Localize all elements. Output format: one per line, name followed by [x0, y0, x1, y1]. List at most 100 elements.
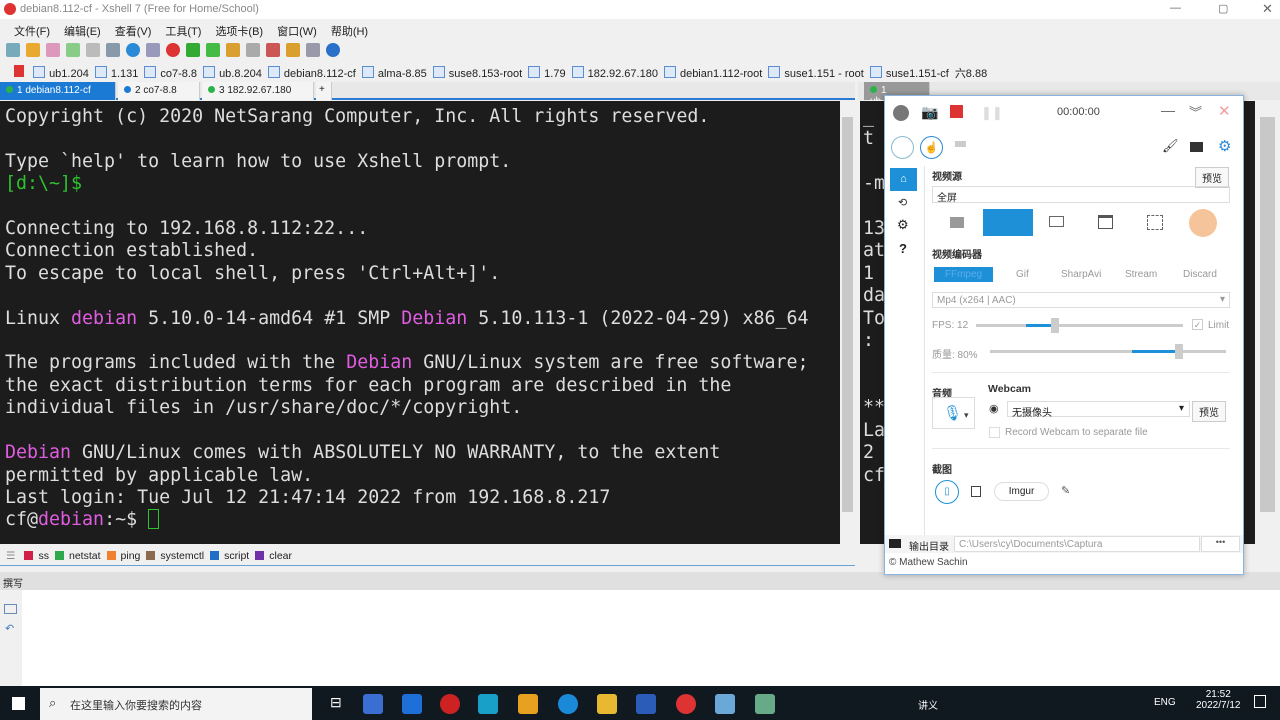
microphone-button[interactable]: 🎙 ▾ [932, 397, 975, 429]
taskbar-app-icon[interactable] [363, 694, 383, 714]
menu-help[interactable]: 帮助(H) [331, 23, 368, 39]
link-item[interactable]: suse1.151 - root [768, 66, 864, 80]
maximize-button[interactable]: ▢ [1218, 2, 1228, 15]
tab-session-3[interactable]: 3 182.92.67.180 [202, 82, 314, 100]
properties-icon[interactable] [66, 43, 80, 57]
word-icon[interactable] [636, 694, 656, 714]
link-item[interactable]: 182.92.67.180 [572, 66, 658, 80]
limit-checkbox[interactable]: ✓ [1192, 319, 1203, 330]
help-icon[interactable]: ? [899, 241, 907, 256]
window-source-icon[interactable] [1098, 215, 1113, 229]
quick-command-clear[interactable]: clear [255, 550, 292, 562]
link-item[interactable]: ub1.204 [33, 66, 89, 80]
taskbar-record-icon[interactable] [440, 694, 460, 714]
link-item[interactable]: alma-8.85 [362, 66, 427, 80]
new-tab-button[interactable]: + [316, 82, 332, 100]
link-item[interactable]: suse8.153-root [433, 66, 522, 80]
home-tab[interactable]: ⌂ [890, 168, 917, 191]
layout-icon[interactable] [106, 43, 120, 57]
highlight-icon[interactable] [266, 43, 280, 57]
script-icon[interactable] [286, 43, 300, 57]
menu-view[interactable]: 查看(V) [115, 23, 152, 39]
notification-icon[interactable] [1254, 695, 1266, 708]
webcam-source-icon[interactable] [950, 217, 964, 228]
globe-icon[interactable] [126, 43, 140, 57]
link-item[interactable]: suse1.151-cf [870, 66, 949, 80]
taskbar-app-icon[interactable] [715, 694, 735, 714]
taskbar-app-icon[interactable] [402, 694, 422, 714]
mouse-click-toggle[interactable]: ☝ [920, 136, 943, 159]
preview-button[interactable]: 预览 [1195, 167, 1229, 188]
copy-icon[interactable] [46, 43, 60, 57]
minimize-button[interactable]: — [1161, 102, 1175, 118]
menu-tools[interactable]: 工具(T) [165, 23, 201, 39]
tab-session-2[interactable]: 2 co7-8.8 [118, 82, 200, 100]
font-icon[interactable] [146, 43, 160, 57]
keystrokes-icon[interactable] [955, 141, 966, 147]
camera-icon[interactable]: 📷 [921, 104, 938, 121]
task-view-icon[interactable]: ⊟ [330, 694, 342, 711]
language-indicator[interactable]: ENG [1154, 697, 1176, 708]
clipboard-icon[interactable] [971, 486, 981, 497]
undo-icon[interactable]: ↶ [5, 622, 17, 635]
window-icon[interactable] [306, 43, 320, 57]
link-item[interactable]: 1.79 [528, 66, 565, 80]
file-explorer-icon[interactable] [597, 694, 617, 714]
record-button[interactable] [950, 105, 963, 118]
save-to-file-button[interactable]: ▯ [935, 480, 959, 504]
link-item[interactable]: 六8.88 [955, 65, 987, 81]
quality-slider[interactable] [990, 344, 1226, 359]
pencil-icon[interactable]: ✎ [1061, 484, 1070, 497]
webcam-select[interactable]: 无摄像头 ▾ [1007, 401, 1190, 419]
taskbar-app-icon[interactable] [478, 694, 498, 714]
new-session-icon[interactable] [6, 43, 20, 57]
menu-edit[interactable]: 编辑(E) [64, 23, 101, 39]
open-icon[interactable] [26, 43, 40, 57]
quick-command-ss[interactable]: ss [24, 550, 49, 562]
collapse-icon[interactable] [893, 105, 909, 121]
folder-icon[interactable] [1190, 142, 1203, 152]
keyboard-icon[interactable] [246, 43, 260, 57]
fullscreen-icon[interactable] [206, 43, 220, 57]
right-scrollbar[interactable] [1255, 101, 1280, 544]
region-source-icon[interactable] [1147, 215, 1163, 230]
quick-command-ping[interactable]: ping [106, 550, 140, 562]
link-item[interactable]: co7-8.8 [144, 66, 197, 80]
output-path-field[interactable]: C:\Users\cy\Documents\Captura [954, 536, 1200, 552]
menu-window[interactable]: 窗口(W) [277, 23, 317, 39]
browse-button[interactable]: ••• [1201, 536, 1240, 552]
menu-icon[interactable]: ☰ [6, 550, 15, 562]
settings-tab-icon[interactable]: ⚙ [897, 217, 909, 233]
lock-icon[interactable] [226, 43, 240, 57]
minimize-button[interactable]: — [1170, 2, 1181, 14]
encoder-gif[interactable]: Gif [1016, 269, 1029, 280]
taskbar-search[interactable]: ⌕ 在这里输入你要搜索的内容 [40, 688, 312, 720]
compose-input[interactable] [22, 590, 1280, 686]
menu-file[interactable]: 文件(F) [14, 23, 50, 39]
captura-taskbar-icon[interactable] [755, 694, 775, 714]
xshell-taskbar-icon[interactable] [676, 694, 696, 714]
quick-command-netstat[interactable]: netstat [54, 550, 101, 562]
link-item[interactable]: ub.8.204 [203, 66, 262, 80]
menu-tabs[interactable]: 选项卡(B) [215, 23, 263, 39]
xftp-icon[interactable] [186, 43, 200, 57]
ime-label[interactable]: 讲义 [918, 697, 938, 712]
close-button[interactable]: ✕ [1218, 102, 1231, 120]
windows-start-icon[interactable] [12, 697, 25, 710]
expand-icon[interactable]: ︾ [1189, 102, 1202, 121]
mouse-pointer-toggle[interactable] [891, 136, 914, 159]
terminal-scrollbar[interactable] [840, 101, 855, 544]
encoder-stream[interactable]: Stream [1125, 269, 1157, 280]
fullscreen-source-button[interactable] [983, 209, 1033, 236]
close-button[interactable]: ✕ [1262, 1, 1273, 17]
screen-source-icon[interactable] [1049, 216, 1064, 227]
webcam-preview-button[interactable]: 预览 [1192, 401, 1226, 422]
pause-button[interactable]: ❚❚ [981, 105, 1003, 121]
source-field[interactable]: 全屏 [932, 186, 1230, 204]
record-webcam-checkbox[interactable] [989, 427, 1000, 438]
help-icon[interactable] [326, 43, 340, 57]
encoder-ffmpeg[interactable]: FFmpeg [934, 267, 993, 282]
quick-command-script[interactable]: script [210, 550, 249, 562]
link-item[interactable]: 1.131 [95, 66, 139, 80]
edge-icon[interactable] [558, 694, 578, 714]
